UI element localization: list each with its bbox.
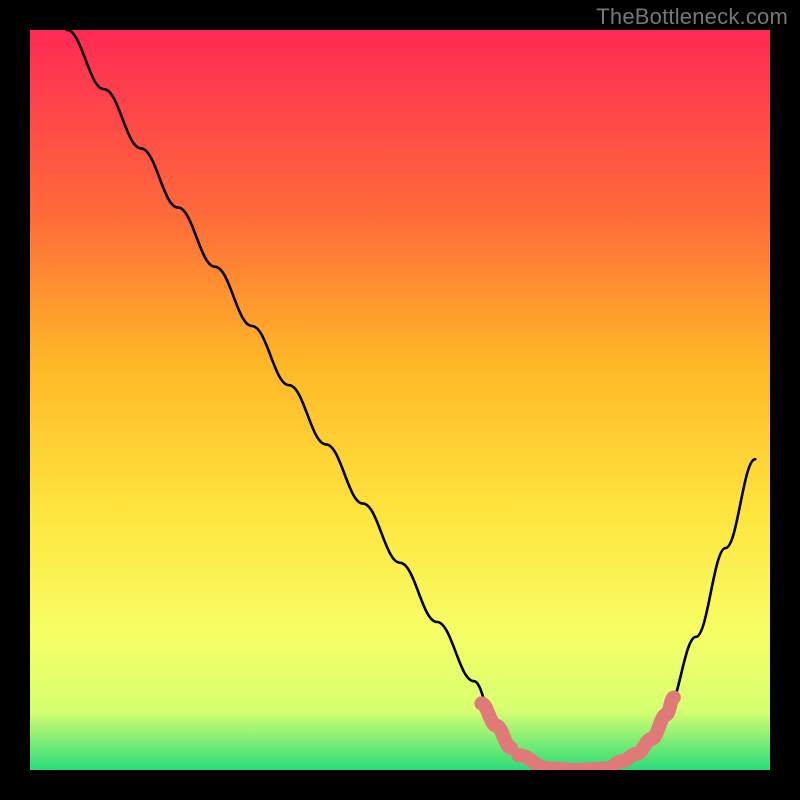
highlight-segment (481, 703, 511, 747)
highlight-segment (518, 755, 622, 770)
plot-area (30, 30, 770, 770)
highlight-group (481, 697, 673, 770)
highlight-segment (622, 697, 674, 761)
attribution-text: TheBottleneck.com (596, 4, 788, 30)
chart-stage: TheBottleneck.com (0, 0, 800, 800)
curve-layer (30, 30, 770, 770)
bottleneck-curve (67, 30, 755, 770)
